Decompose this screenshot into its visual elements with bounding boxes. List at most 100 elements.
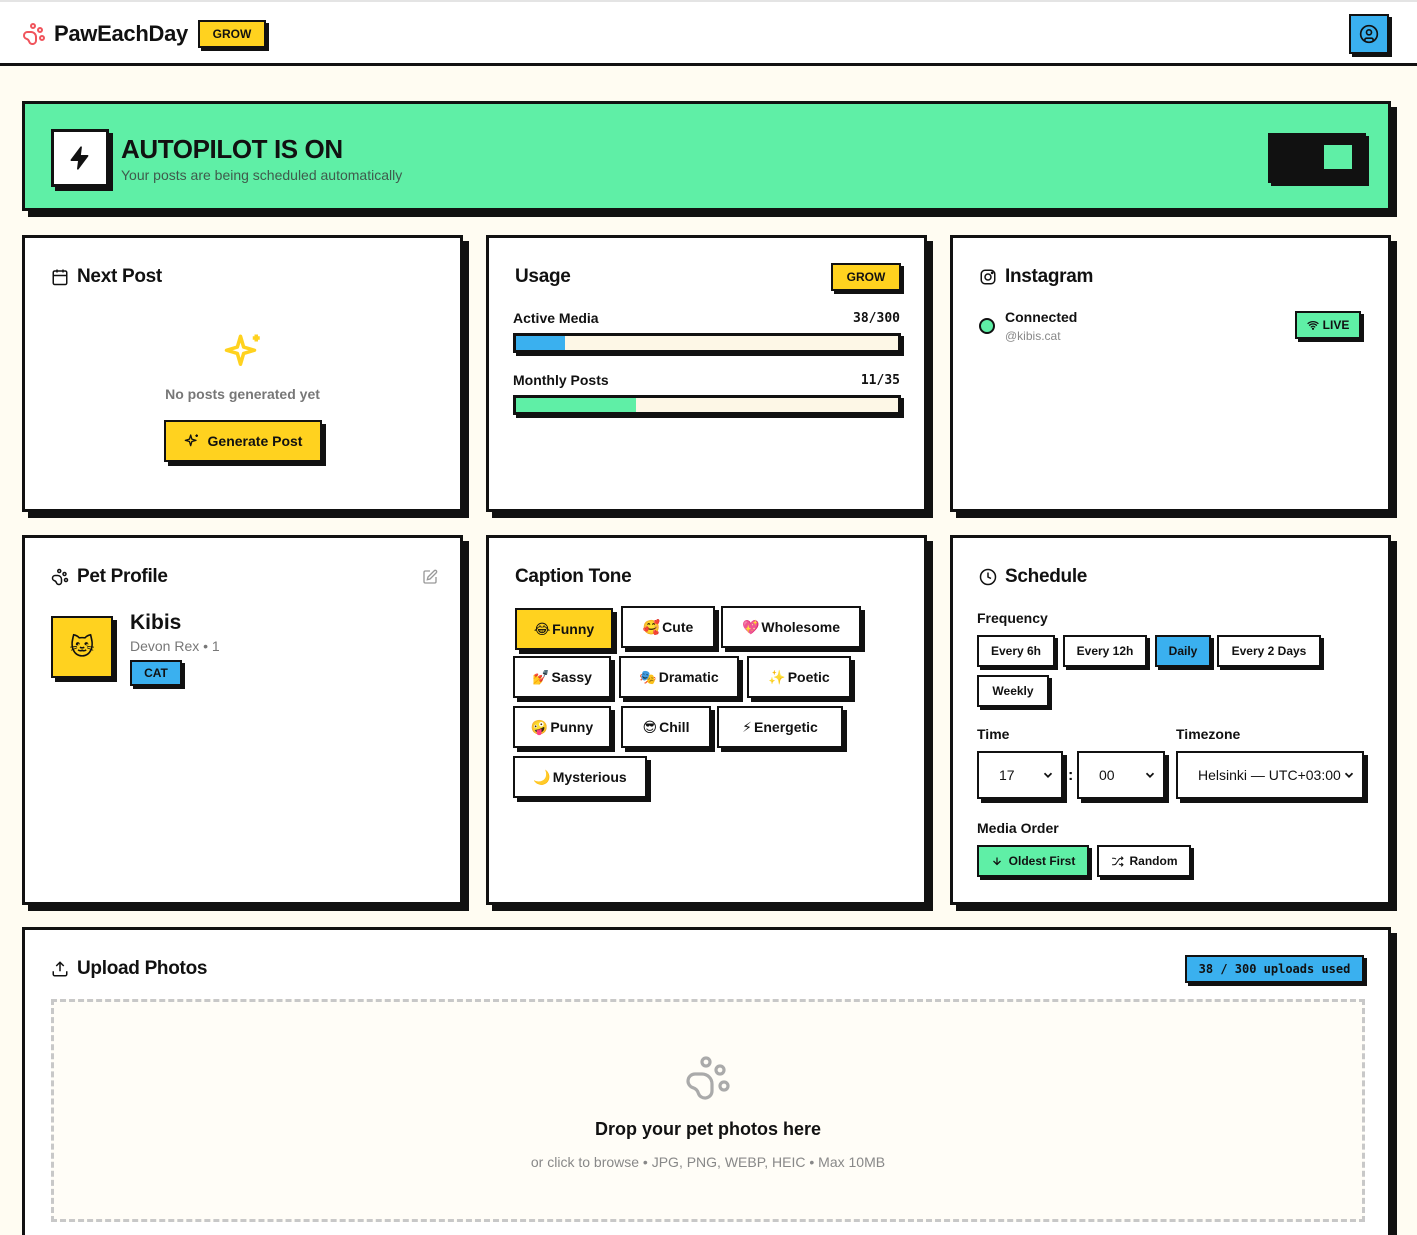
schedule-title: Schedule	[1005, 566, 1088, 587]
app-header: PawEachDay GROW	[0, 2, 1417, 66]
autopilot-banner: AUTOPILOT IS ON Your posts are being sch…	[22, 101, 1391, 211]
tone-chip-chill[interactable]: 😎 Chill	[621, 706, 711, 748]
order-oldest-first-button[interactable]: Oldest First	[977, 845, 1089, 877]
tone-emoji: 🌙	[533, 768, 551, 785]
tone-chip-dramatic[interactable]: 🎭 Dramatic	[619, 656, 739, 698]
chevron-down-icon	[1041, 768, 1055, 782]
tone-emoji: ✨	[768, 668, 786, 685]
monthly-posts-count: 11/35	[860, 373, 900, 388]
frequency-every-6h[interactable]: Every 6h	[977, 635, 1055, 667]
active-media-count: 38/300	[853, 311, 900, 326]
pet-breed-age: Devon Rex • 1	[130, 638, 220, 654]
usage-title: Usage	[515, 266, 571, 287]
autopilot-subtitle: Your posts are being scheduled automatic…	[121, 167, 403, 183]
tone-label: Funny	[552, 621, 595, 637]
chevron-down-icon	[1342, 768, 1356, 782]
timezone-select[interactable]: Helsinki — UTC+03:00	[1176, 751, 1364, 799]
tone-emoji: 💅	[532, 668, 550, 685]
tone-label: Punny	[550, 719, 594, 735]
minute-value: 00	[1099, 767, 1115, 783]
instagram-handle[interactable]: @kibis.cat	[1005, 329, 1061, 343]
autopilot-toggle[interactable]	[1268, 133, 1366, 183]
next-post-title: Next Post	[77, 266, 162, 287]
tone-chip-mysterious[interactable]: 🌙 Mysterious	[513, 756, 647, 798]
time-label: Time	[977, 726, 1010, 742]
tone-chip-wholesome[interactable]: 💖 Wholesome	[721, 606, 861, 648]
upload-photos-card: Upload Photos 38 / 300 uploads used Drop…	[22, 927, 1391, 1235]
minute-select[interactable]: 00	[1077, 751, 1165, 799]
caption-tone-card: Caption Tone 😂 Funny 🥰 Cute 💖 Wholesome 💅 Sa…	[486, 535, 927, 905]
tone-chip-punny[interactable]: 🤪 Punny	[513, 706, 611, 748]
generate-post-label: Generate Post	[207, 433, 303, 449]
generate-post-button[interactable]: Generate Post	[164, 420, 322, 462]
tone-label: Mysterious	[552, 769, 627, 785]
next-post-card: Next Post No posts generated yet Generat…	[22, 235, 463, 512]
tone-chip-cute[interactable]: 🥰 Cute	[621, 606, 715, 648]
clock-icon	[979, 568, 997, 586]
timezone-value: Helsinki — UTC+03:00	[1198, 767, 1341, 783]
pet-name: Kibis	[130, 611, 182, 634]
frequency-label: Frequency	[977, 610, 1048, 626]
connection-status-dot	[979, 318, 995, 334]
active-media-bar	[513, 333, 901, 353]
sparkle-icon	[224, 334, 260, 366]
paw-logo-icon	[23, 23, 45, 45]
timezone-label: Timezone	[1176, 726, 1241, 742]
brand-name[interactable]: PawEachDay	[54, 21, 188, 47]
calendar-icon	[52, 269, 68, 286]
pet-species-tag: CAT	[130, 660, 182, 686]
account-button[interactable]	[1349, 14, 1389, 54]
user-circle-icon	[1359, 24, 1379, 44]
tone-label: Dramatic	[658, 669, 719, 685]
order-oldest-label: Oldest First	[1008, 854, 1076, 868]
pet-avatar[interactable]: 🐱	[51, 616, 113, 678]
dropzone-title: Drop your pet photos here	[594, 1119, 821, 1139]
usage-card: Usage GROW Active Media 38/300 Monthly P…	[486, 235, 927, 512]
tone-label: Poetic	[787, 669, 830, 685]
tone-label: Cute	[662, 619, 694, 635]
tone-emoji: 😂	[533, 620, 551, 637]
tone-label: Wholesome	[761, 619, 840, 635]
monthly-posts-bar	[513, 395, 901, 415]
instagram-card: Instagram Connected @kibis.cat LIVE	[950, 235, 1391, 512]
tone-emoji: 🤪	[530, 718, 549, 735]
active-media-bar-fill	[516, 336, 565, 350]
pet-profile-card: Pet Profile 🐱 Kibis Devon Rex • 1 CAT	[22, 535, 463, 905]
tone-emoji: 🎭	[639, 668, 657, 685]
frequency-weekly[interactable]: Weekly	[977, 675, 1049, 707]
tone-emoji: ⚡	[742, 718, 753, 735]
plan-badge[interactable]: GROW	[198, 20, 266, 48]
tone-label: Sassy	[551, 669, 592, 685]
arrow-down-icon	[992, 857, 1001, 866]
caption-tone-title: Caption Tone	[515, 566, 632, 587]
usage-plan-badge[interactable]: GROW	[831, 263, 901, 291]
tone-chip-energetic[interactable]: ⚡ Energetic	[717, 706, 843, 748]
instagram-title: Instagram	[1005, 266, 1094, 287]
connection-status: Connected	[1005, 309, 1078, 325]
frequency-every-2-days[interactable]: Every 2 Days	[1217, 635, 1321, 667]
order-random-button[interactable]: Random	[1097, 845, 1191, 877]
wifi-icon	[1307, 321, 1319, 330]
tone-emoji: 🥰	[642, 618, 661, 635]
frequency-daily[interactable]: Daily	[1155, 635, 1211, 667]
autopilot-icon-box	[51, 129, 109, 187]
edit-icon[interactable]	[422, 569, 438, 585]
tone-chip-funny[interactable]: 😂 Funny	[515, 608, 613, 650]
tone-emoji: 💖	[741, 618, 760, 635]
pet-profile-title: Pet Profile	[77, 566, 168, 587]
tone-chip-sassy[interactable]: 💅 Sassy	[513, 656, 611, 698]
media-order-label: Media Order	[977, 820, 1059, 836]
frequency-every-12h[interactable]: Every 12h	[1063, 635, 1147, 667]
live-badge: LIVE	[1295, 311, 1361, 339]
instagram-icon	[980, 269, 996, 285]
monthly-posts-bar-fill	[516, 398, 636, 412]
upload-icon	[52, 961, 68, 977]
hour-select[interactable]: 17	[977, 751, 1063, 799]
dropzone-subtitle: or click to browse • JPG, PNG, WEBP, HEI…	[530, 1154, 886, 1170]
photo-dropzone[interactable]: Drop your pet photos here or click to br…	[51, 999, 1365, 1222]
chevron-down-icon	[1143, 768, 1157, 782]
active-media-label: Active Media	[513, 310, 599, 326]
empty-state-text: No posts generated yet	[165, 386, 320, 402]
tone-chip-poetic[interactable]: ✨ Poetic	[747, 656, 851, 698]
tone-label: Energetic	[754, 719, 818, 735]
